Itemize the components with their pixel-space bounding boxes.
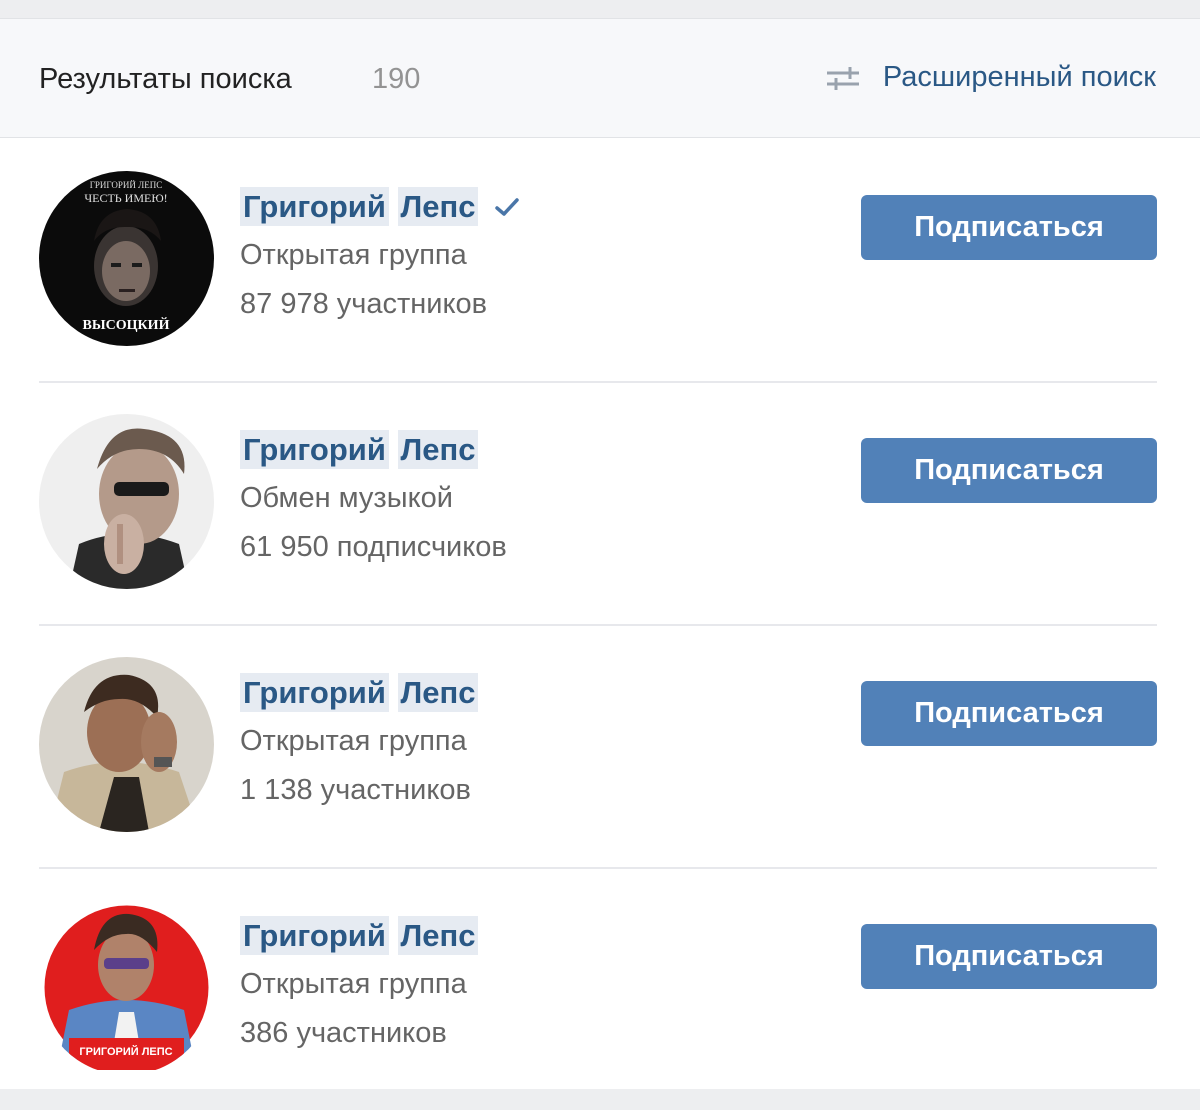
search-header: Результаты поиска 190 Расширенный поиск (0, 19, 1200, 138)
avatar-caption-mid: ЧЕСТЬ ИМЕЮ! (84, 191, 167, 205)
group-name[interactable]: Григорий Лепс (240, 673, 479, 712)
group-avatar[interactable] (39, 657, 214, 832)
group-name-link[interactable]: Григорий Лепс (240, 916, 479, 955)
group-name[interactable]: Григорий Лепс (240, 187, 520, 226)
subscribe-button[interactable]: Подписаться (861, 195, 1157, 260)
group-type: Открытая группа (240, 725, 467, 757)
search-result-row: Григорий Лепс Обмен музыкой 61 950 подпи… (39, 381, 1157, 626)
members-count-link[interactable]: 61 950 подписчиков (240, 531, 507, 564)
group-name-link[interactable]: Григорий Лепс (240, 673, 479, 712)
verified-check-icon (495, 198, 520, 216)
advanced-search-label: Расширенный поиск (882, 61, 1156, 93)
group-name-link[interactable]: Григорий Лепс (240, 430, 479, 469)
avatar-caption: ГРИГОРИЙ ЛЕПС (79, 1045, 172, 1058)
subscribe-button[interactable]: Подписаться (861, 438, 1157, 503)
page-title: Результаты поиска (39, 63, 292, 95)
group-name[interactable]: Григорий Лепс (240, 430, 479, 469)
search-results-panel: Результаты поиска 190 Расширенный поиск (0, 18, 1200, 1089)
search-result-row: ГРИГОРИЙ ЛЕПС ЧЕСТЬ ИМЕЮ! ВЫСОЦКИЙ Григо… (39, 138, 1157, 383)
group-name-link[interactable]: Григорий Лепс (240, 187, 479, 226)
sliders-icon (826, 66, 859, 90)
subscribe-button[interactable]: Подписаться (861, 924, 1157, 989)
group-avatar[interactable]: ГРИГОРИЙ ЛЕПС ЧЕСТЬ ИМЕЮ! ВЫСОЦКИЙ (39, 171, 214, 346)
group-type: Обмен музыкой (240, 482, 453, 514)
members-count-link[interactable]: 386 участников (240, 1017, 447, 1050)
avatar-caption-top: ГРИГОРИЙ ЛЕПС (90, 180, 163, 190)
group-avatar[interactable]: ГРИГОРИЙ ЛЕПС (39, 900, 214, 1075)
search-result-row: ГРИГОРИЙ ЛЕПС Григорий Лепс Открытая гру… (39, 867, 1157, 1110)
avatar-caption-bottom: ВЫСОЦКИЙ (83, 316, 170, 333)
members-count-link[interactable]: 1 138 участников (240, 774, 471, 807)
group-avatar[interactable] (39, 414, 214, 589)
members-count-link[interactable]: 87 978 участников (240, 288, 487, 321)
group-type: Открытая группа (240, 239, 467, 271)
advanced-search-link[interactable]: Расширенный поиск (825, 61, 1156, 94)
results-count: 190 (372, 63, 421, 95)
group-type: Открытая группа (240, 968, 467, 1000)
group-name[interactable]: Григорий Лепс (240, 916, 479, 955)
search-result-row: Григорий Лепс Открытая группа 1 138 учас… (39, 624, 1157, 869)
subscribe-button[interactable]: Подписаться (861, 681, 1157, 746)
